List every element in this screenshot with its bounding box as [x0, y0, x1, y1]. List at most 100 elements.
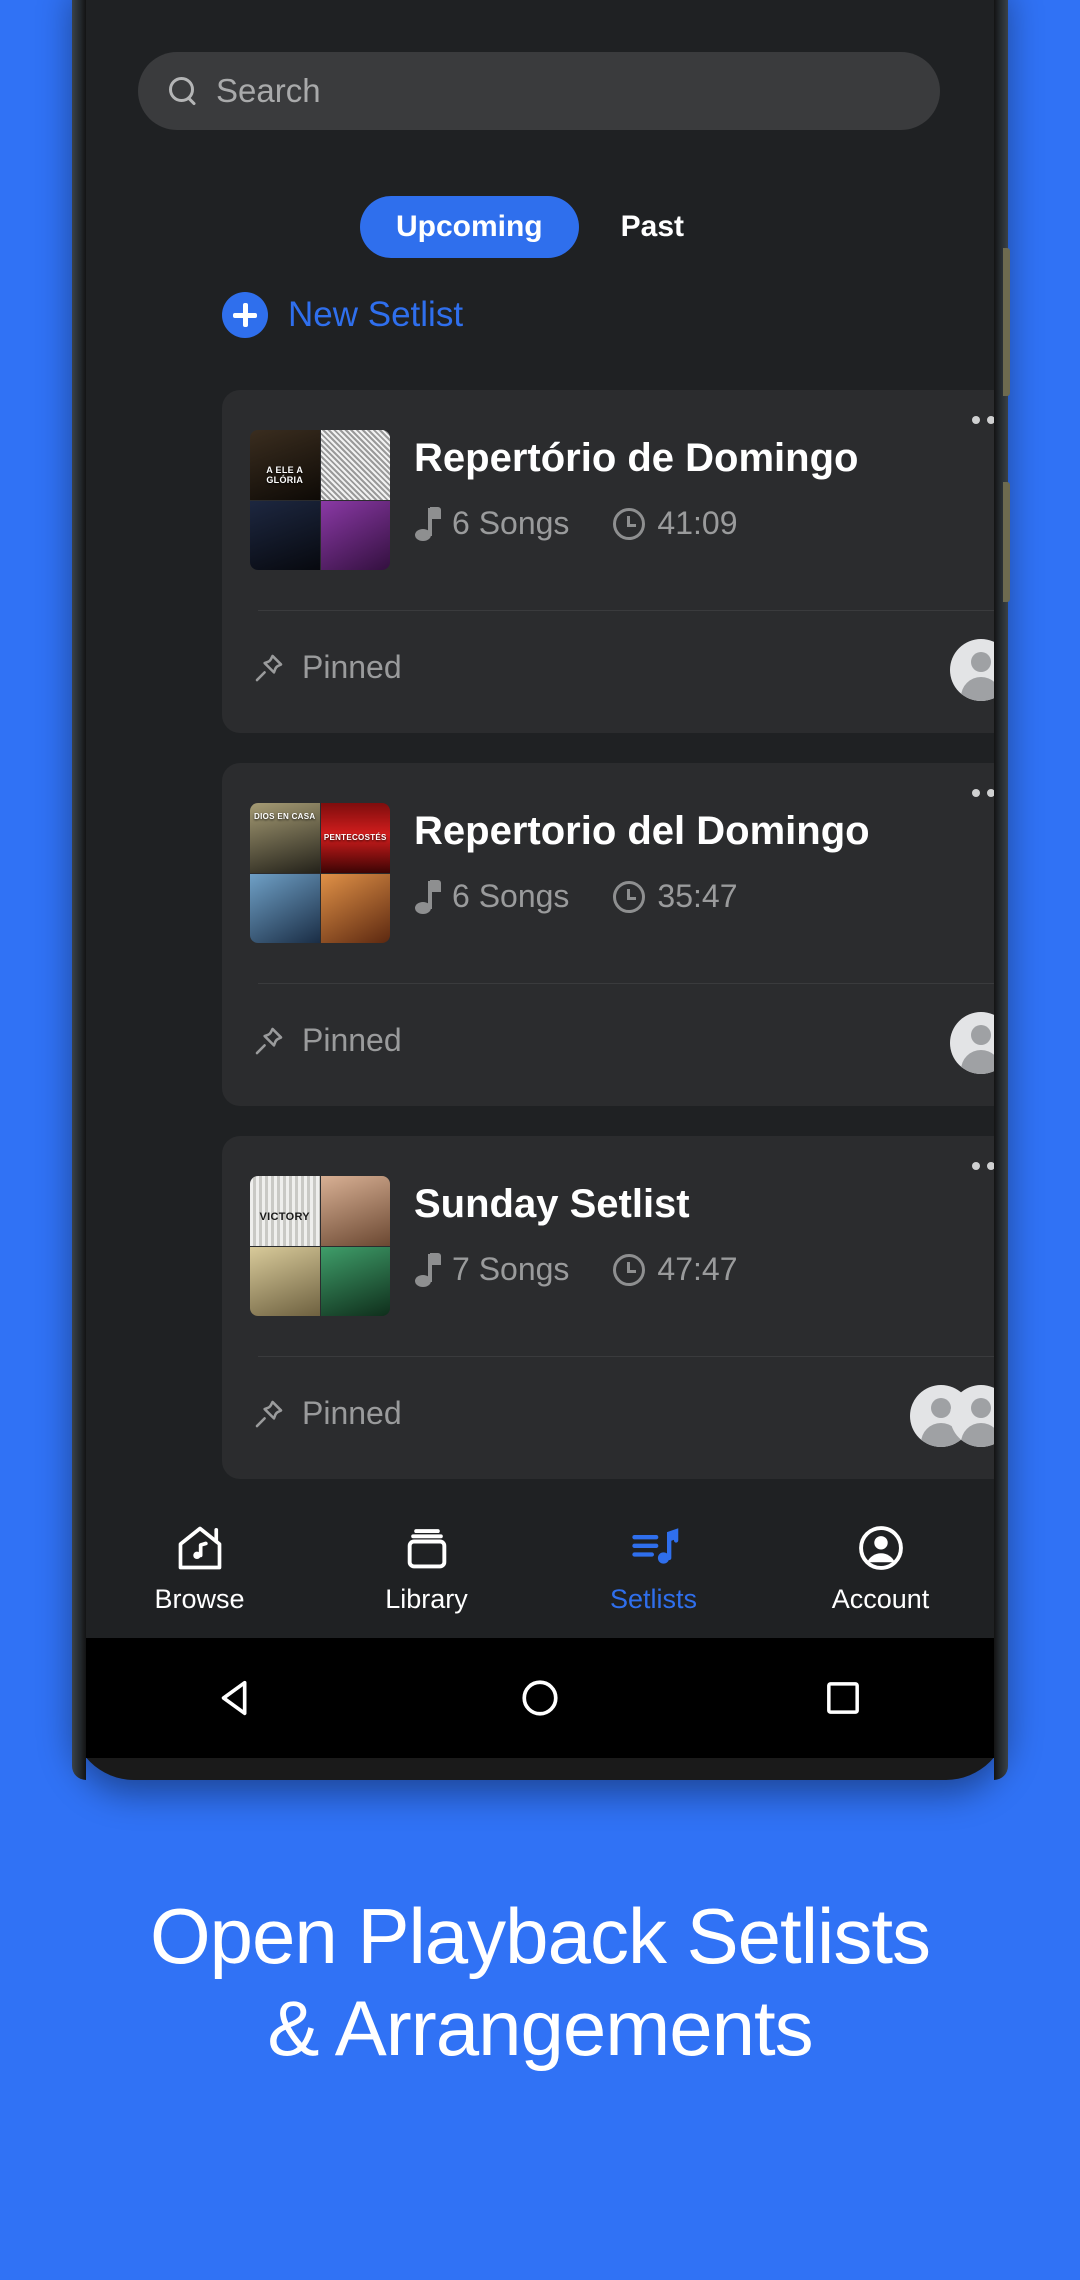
setlist-meta: 6 Songs 41:09	[414, 505, 738, 542]
setlist-card-main[interactable]: VICTORY Sunday Setlist 7 Songs 47:47	[222, 1136, 994, 1356]
duration-group: 41:09	[613, 505, 738, 542]
setlist-title: Sunday Setlist	[414, 1182, 690, 1226]
promo-screenshot: Setlists Search Upcoming Past New Setlis…	[0, 0, 1080, 2280]
song-count: 7 Songs	[452, 1251, 570, 1287]
setlist-title: Repertorio del Domingo	[414, 809, 870, 853]
clock-icon	[613, 880, 646, 913]
tab-setlists[interactable]: Setlists	[540, 1490, 767, 1638]
segmented-control: Upcoming Past	[86, 196, 994, 258]
pin-icon	[252, 651, 286, 685]
music-note-icon	[414, 506, 441, 541]
duration-group: 47:47	[613, 1251, 738, 1288]
status-badge: Pinned	[302, 1022, 402, 1058]
caption-line-2: & Arrangements	[267, 1984, 813, 2073]
setlist-card[interactable]: A ELE A GLÓRIA Repertório de Domingo 6 S…	[222, 390, 994, 733]
collaborator-avatars[interactable]	[910, 1385, 994, 1447]
bottom-tab-bar: Browse Library Setlists Account	[86, 1490, 994, 1638]
album-art-label: VICTORY	[259, 1211, 310, 1224]
album-art	[320, 1246, 390, 1316]
album-art	[320, 1176, 390, 1246]
volume-button[interactable]	[1003, 248, 1010, 396]
tab-label: Browse	[154, 1583, 245, 1614]
recents-square-icon[interactable]	[815, 1670, 871, 1726]
album-art-grid: VICTORY	[250, 1176, 390, 1316]
album-art	[250, 1246, 320, 1316]
music-note-icon	[414, 879, 441, 914]
tab-upcoming[interactable]: Upcoming	[359, 196, 579, 258]
avatar	[950, 1012, 994, 1074]
setlist-card[interactable]: VICTORY Sunday Setlist 7 Songs 47:47 Pin…	[222, 1136, 994, 1479]
search-input[interactable]: Search	[138, 52, 940, 130]
setlist-meta: 6 Songs 35:47	[414, 878, 738, 915]
status-badge: Pinned	[302, 1395, 402, 1431]
duration: 47:47	[657, 1251, 738, 1287]
song-count: 6 Songs	[452, 878, 570, 914]
setlist-card[interactable]: DIOS EN CASA PENTECOSTÉS Repertorio del …	[222, 763, 994, 1106]
new-setlist-label: New Setlist	[288, 295, 464, 334]
setlist-card-footer: Pinned	[222, 1357, 994, 1479]
pinned-status[interactable]: Pinned	[252, 649, 402, 686]
album-art	[320, 873, 390, 943]
promo-caption: Open Playback Setlists & Arrangements	[0, 1890, 1080, 2074]
album-art-label: PENTECOSTÉS	[323, 832, 387, 842]
more-options-button[interactable]	[972, 416, 994, 424]
song-count: 6 Songs	[452, 505, 570, 541]
home-music-icon	[174, 1522, 226, 1574]
clock-icon	[613, 1253, 646, 1286]
music-note-icon	[414, 1252, 441, 1287]
setlist-card-main[interactable]: DIOS EN CASA PENTECOSTÉS Repertorio del …	[222, 763, 994, 983]
avatar	[950, 639, 994, 701]
search-placeholder: Search	[216, 72, 321, 109]
account-icon	[855, 1522, 907, 1574]
album-art: VICTORY	[250, 1176, 320, 1246]
album-art-grid: A ELE A GLÓRIA	[250, 430, 390, 570]
more-options-button[interactable]	[972, 789, 994, 797]
collaborator-avatars[interactable]	[950, 639, 994, 701]
pin-icon	[252, 1024, 286, 1058]
tab-label: Setlists	[609, 1583, 698, 1614]
caption-line-1: Open Playback Setlists	[149, 1892, 931, 1980]
album-art	[250, 873, 320, 943]
library-icon	[401, 1522, 453, 1574]
pin-icon	[252, 1397, 286, 1431]
home-circle-icon[interactable]	[512, 1670, 568, 1726]
setlist-card-main[interactable]: A ELE A GLÓRIA Repertório de Domingo 6 S…	[222, 390, 994, 610]
album-art: PENTECOSTÉS	[320, 803, 390, 873]
tab-browse[interactable]: Browse	[86, 1490, 313, 1638]
android-navigation-bar	[86, 1638, 994, 1758]
duration-group: 35:47	[613, 878, 738, 915]
clock-icon	[613, 507, 646, 540]
new-setlist-button[interactable]: New Setlist	[222, 292, 463, 338]
back-triangle-icon[interactable]	[209, 1670, 265, 1726]
duration: 35:47	[657, 878, 738, 914]
tab-library[interactable]: Library	[313, 1490, 540, 1638]
album-art: A ELE A GLÓRIA	[250, 430, 320, 500]
song-count-group: 7 Songs	[414, 1251, 569, 1288]
app-screen: Setlists Search Upcoming Past New Setlis…	[86, 0, 994, 1638]
tab-account[interactable]: Account	[767, 1490, 994, 1638]
more-options-button[interactable]	[972, 1162, 994, 1170]
tab-label: Library	[385, 1583, 468, 1614]
power-button[interactable]	[1003, 482, 1010, 602]
setlist-title: Repertório de Domingo	[414, 436, 859, 480]
setlist-note-icon	[628, 1522, 680, 1574]
pinned-status[interactable]: Pinned	[252, 1395, 402, 1432]
album-art	[320, 500, 390, 570]
setlist-meta: 7 Songs 47:47	[414, 1251, 738, 1288]
album-art: DIOS EN CASA	[250, 803, 320, 873]
setlist-card-footer: Pinned	[222, 984, 994, 1106]
album-art	[250, 500, 320, 570]
setlist-card-footer: Pinned	[222, 611, 994, 733]
album-art	[320, 430, 390, 500]
pinned-status[interactable]: Pinned	[252, 1022, 402, 1059]
collaborator-avatars[interactable]	[950, 1012, 994, 1074]
plus-circle-icon	[222, 292, 268, 338]
duration: 41:09	[657, 505, 738, 541]
phone-bezel-left	[72, 0, 86, 1780]
status-badge: Pinned	[302, 649, 402, 685]
tab-label: Account	[831, 1583, 930, 1614]
search-icon	[168, 76, 198, 106]
song-count-group: 6 Songs	[414, 505, 569, 542]
song-count-group: 6 Songs	[414, 878, 569, 915]
tab-past[interactable]: Past	[585, 196, 720, 258]
